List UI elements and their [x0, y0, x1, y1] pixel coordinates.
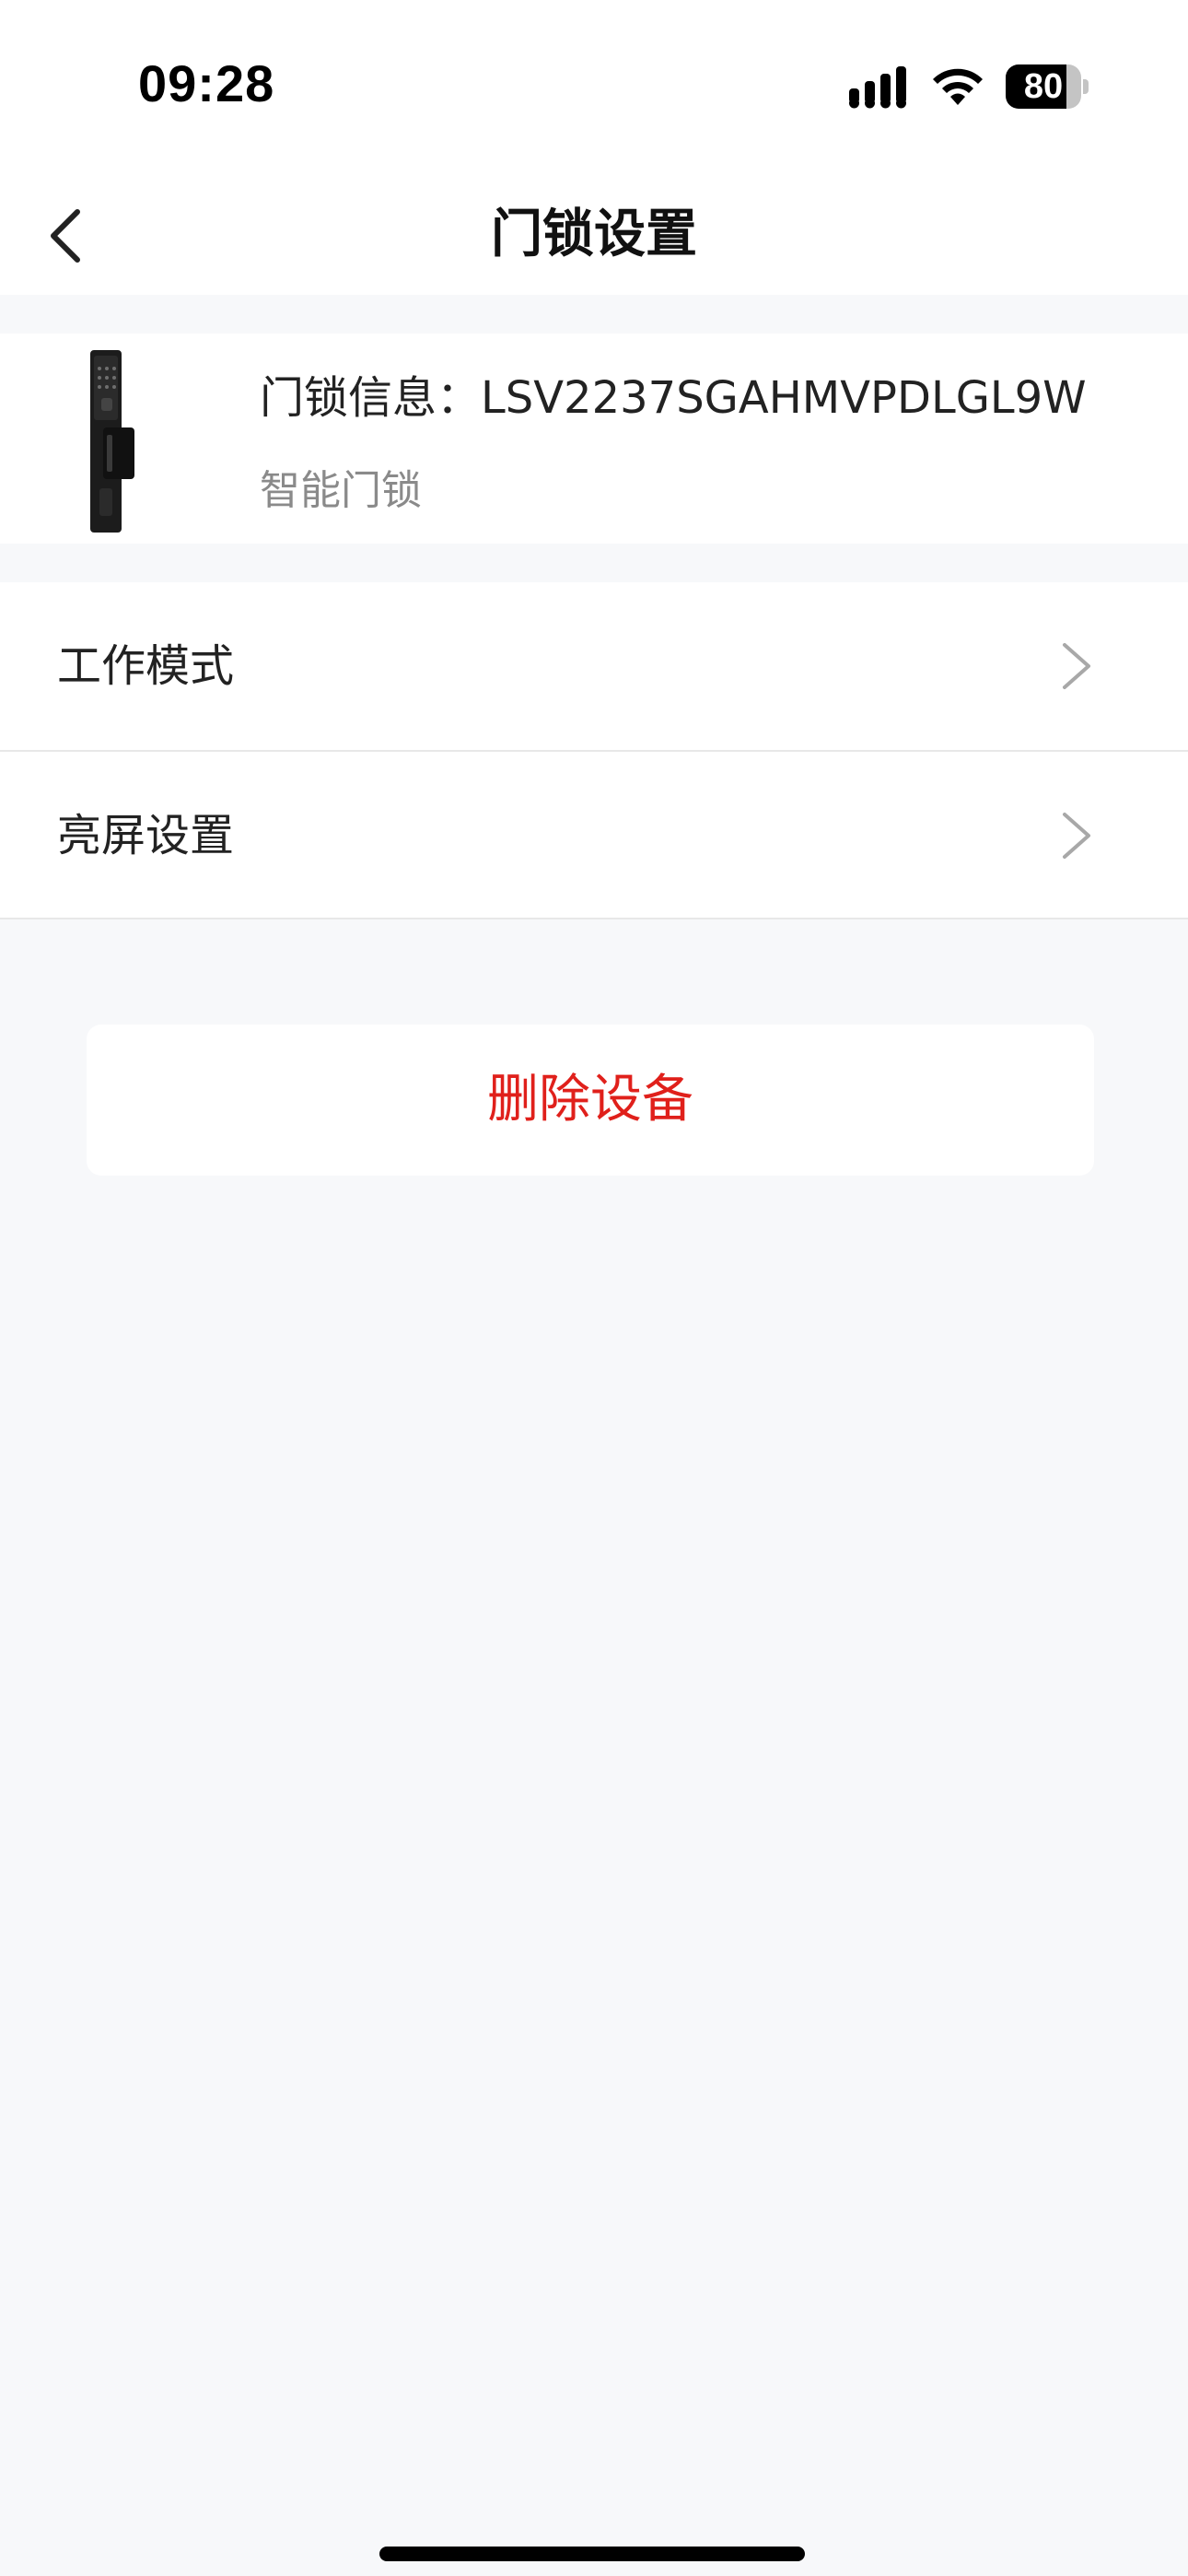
device-info-title: 门锁信息：LSV2237SGAHMVPDLGL9W: [260, 372, 1087, 424]
device-type-label: 智能门锁: [260, 467, 422, 514]
page-title: 门锁设置: [491, 205, 697, 264]
work-mode-label: 工作模式: [57, 640, 235, 692]
battery-indicator: 80: [1006, 64, 1089, 109]
smart-lock-image: [90, 350, 134, 533]
home-indicator[interactable]: [379, 2547, 805, 2561]
chevron-right-icon: [1063, 813, 1090, 859]
screen-brightness-item[interactable]: 亮屏设置: [0, 750, 1188, 918]
battery-body: 80: [1006, 64, 1081, 109]
work-mode-item[interactable]: 工作模式: [0, 582, 1188, 750]
cellular-signal-icon: [849, 66, 906, 109]
wifi-icon: [933, 68, 983, 105]
delete-device-button[interactable]: 删除设备: [87, 1025, 1094, 1176]
back-button[interactable]: [28, 184, 129, 286]
status-bar: 09:28 80: [0, 0, 1188, 175]
screen: 09:28 80 门锁设置 门锁信息：LSV2237SGAHMVPDLGL9W …: [0, 0, 1188, 2576]
status-time: 09:28: [138, 54, 275, 112]
chevron-left-icon: [51, 209, 80, 263]
settings-list: 工作模式 亮屏设置: [0, 582, 1188, 919]
chevron-right-icon: [1063, 643, 1090, 689]
device-info-card[interactable]: 门锁信息：LSV2237SGAHMVPDLGL9W 智能门锁: [0, 334, 1188, 544]
battery-level-text: 80: [1023, 67, 1064, 106]
battery-cap: [1083, 79, 1089, 94]
nav-bar: 门锁设置: [0, 175, 1188, 295]
screen-brightness-label: 亮屏设置: [57, 810, 235, 861]
